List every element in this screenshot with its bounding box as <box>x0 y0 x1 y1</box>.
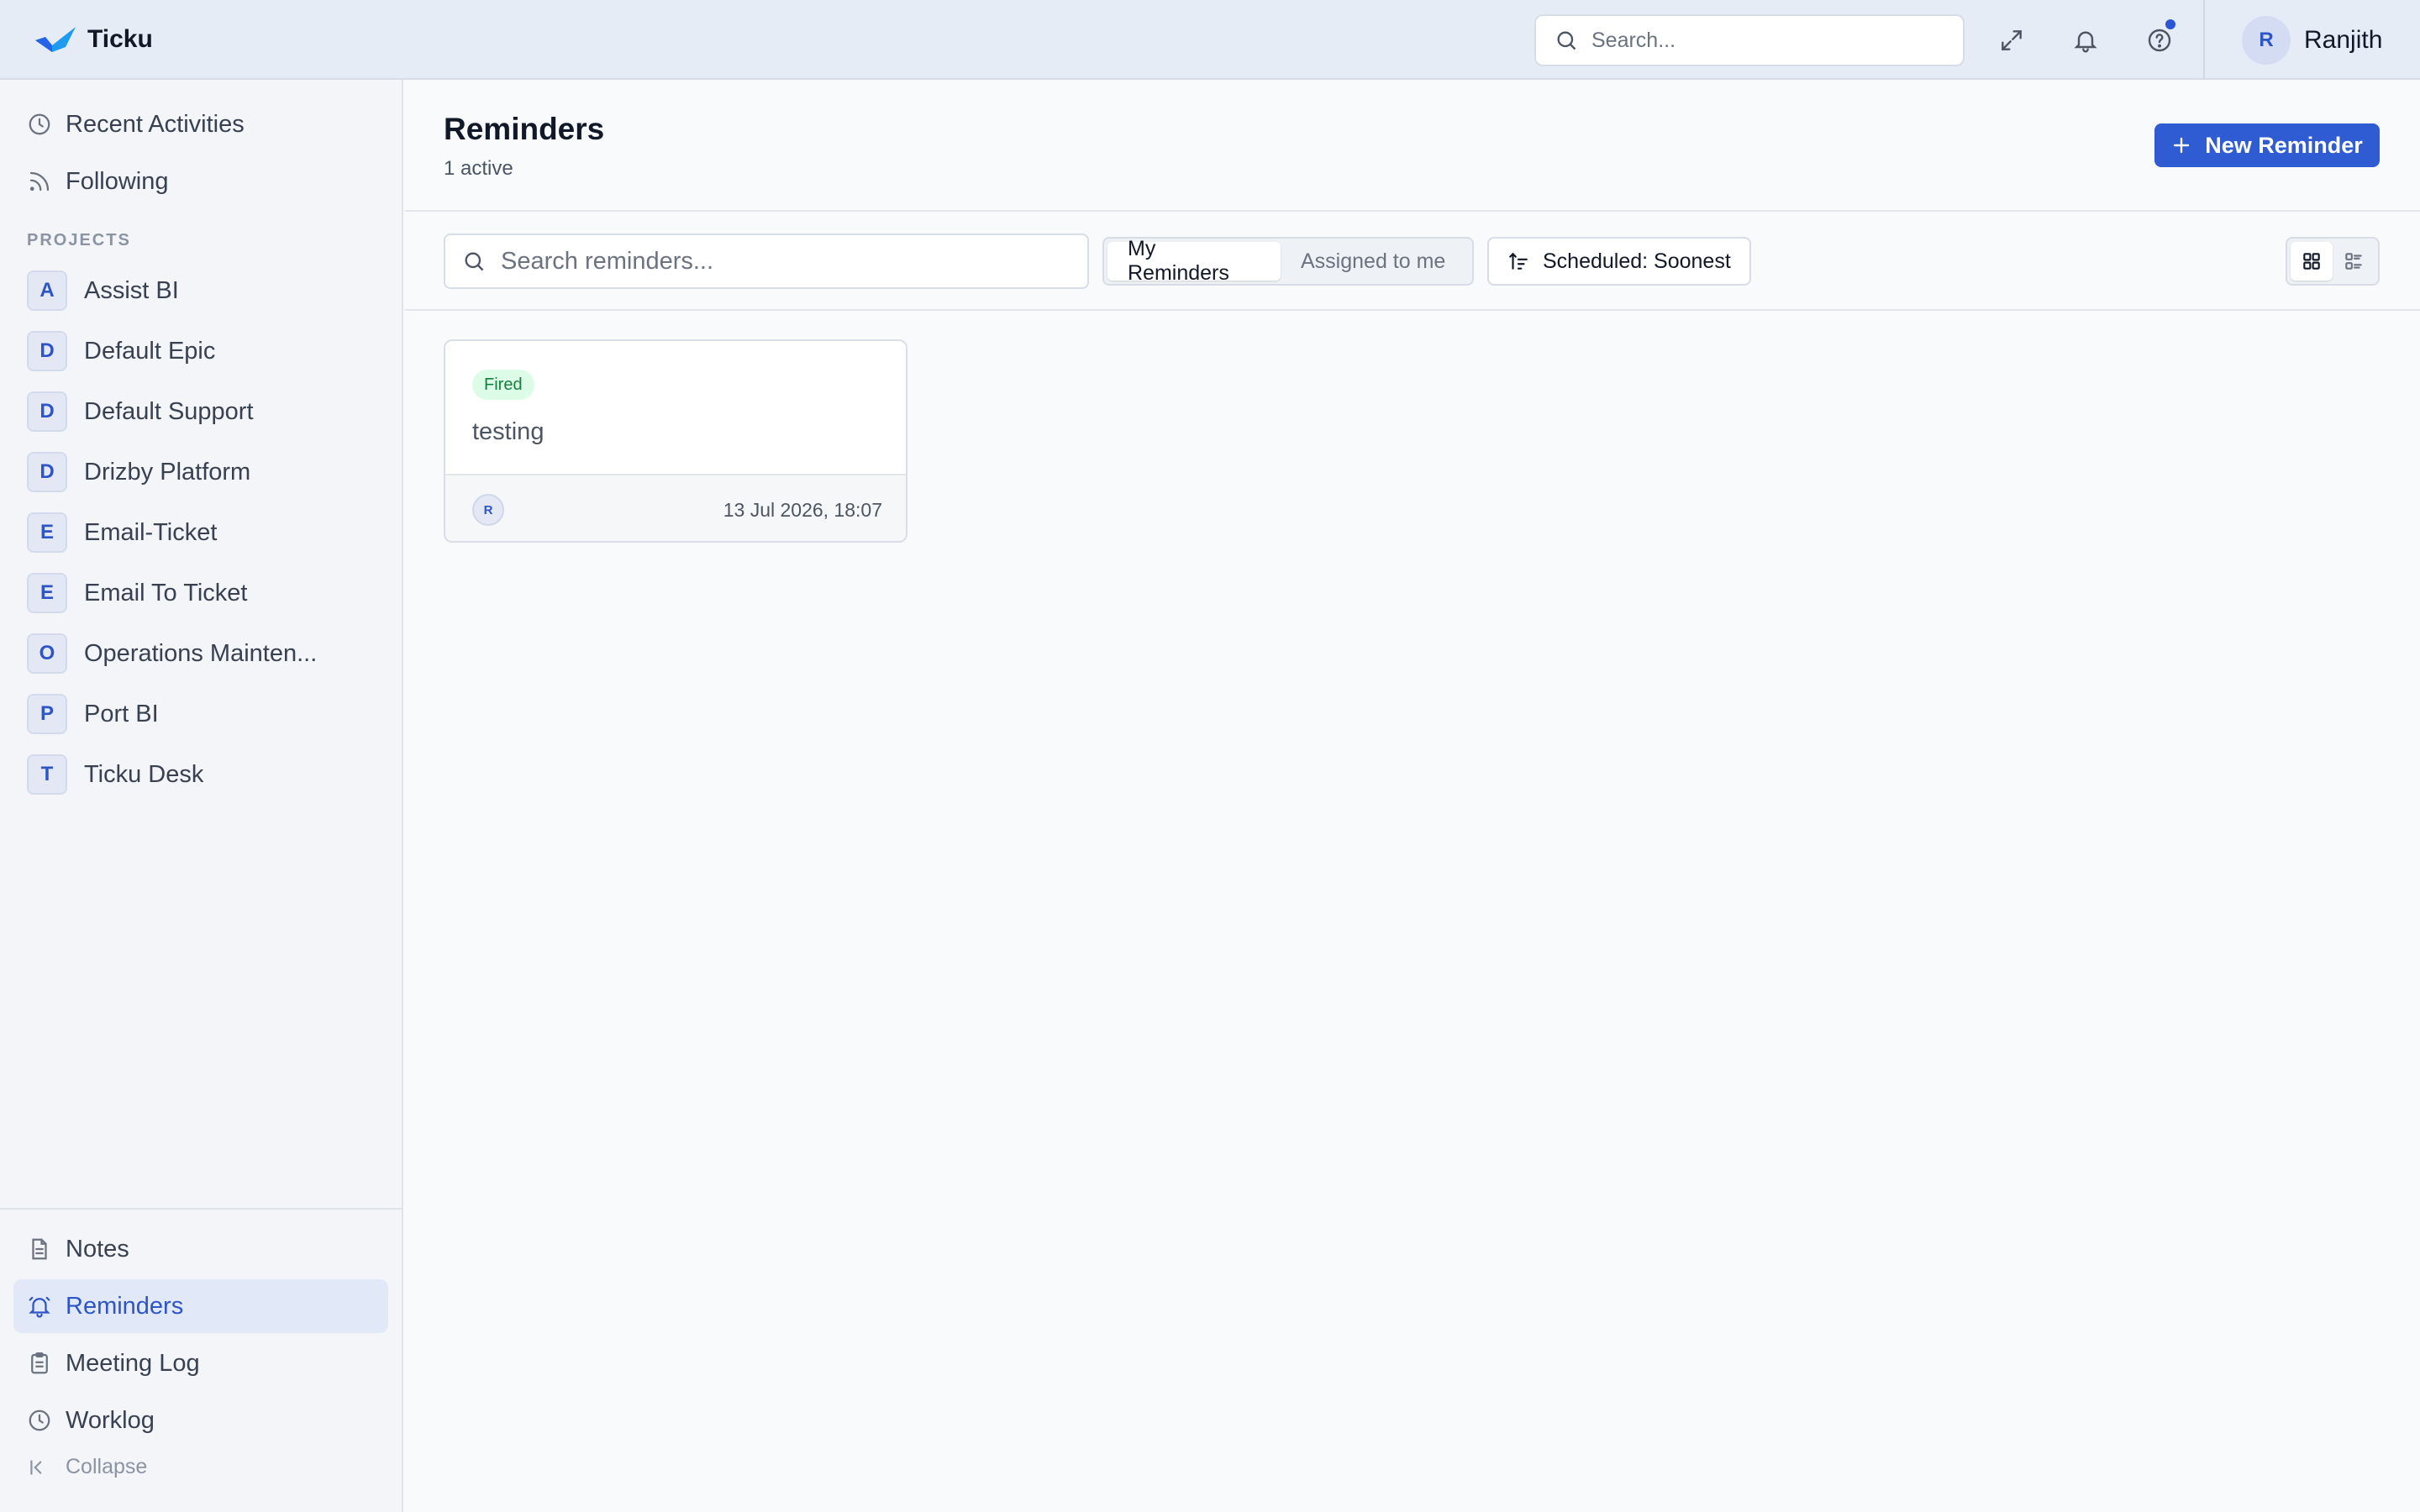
collapse-label: Collapse <box>66 1455 148 1478</box>
project-item-drizby-platform[interactable]: D Drizby Platform <box>27 450 250 494</box>
new-reminder-label: New Reminder <box>2205 132 2363 158</box>
reminder-title: testing <box>472 418 544 445</box>
project-name: Assist BI <box>84 276 179 304</box>
reminder-search-input[interactable] <box>501 247 1072 276</box>
reminder-scope-toggle: My Reminders Assigned to me <box>1102 237 1474 286</box>
search-icon <box>465 252 484 271</box>
scheduled-time: 13 Jul 2026, 18:07 <box>723 499 882 521</box>
sidebar-item-label: Meeting Log <box>66 1349 200 1377</box>
fullscreen-button[interactable] <box>1994 23 2029 58</box>
rss-icon <box>29 171 50 192</box>
project-item-assist-bi[interactable]: A Assist BI <box>27 269 179 312</box>
assignee-avatar: R <box>472 494 504 526</box>
project-initial-badge: A <box>27 270 67 311</box>
collapse-icon <box>30 1459 42 1475</box>
app-root: Ticku R Ranjith Recent Activities <box>0 0 2420 1512</box>
sidebar-item-label: Reminders <box>66 1292 184 1320</box>
sidebar-item-label: Notes <box>66 1235 129 1263</box>
sidebar-item-recent-activities[interactable]: Recent Activities <box>13 97 388 151</box>
help-button[interactable] <box>2142 19 2177 58</box>
project-initial-badge: P <box>27 694 67 734</box>
sidebar-item-worklog[interactable]: Worklog <box>13 1394 388 1447</box>
sort-ascending-icon <box>1509 252 1528 270</box>
sidebar-item-label: Recent Activities <box>66 110 245 138</box>
sort-label: Scheduled: Soonest <box>1543 249 1731 273</box>
user-menu[interactable]: R Ranjith <box>2242 16 2382 65</box>
document-icon <box>32 1238 47 1260</box>
list-icon <box>2345 253 2362 270</box>
header-divider <box>2203 0 2205 80</box>
global-search[interactable] <box>1534 14 1965 66</box>
plus-icon <box>2174 137 2190 154</box>
project-name: Port BI <box>84 700 159 727</box>
reminder-card-footer: R 13 Jul 2026, 18:07 <box>445 474 906 541</box>
app-logo[interactable]: Ticku <box>34 24 153 55</box>
reminders-toolbar: My Reminders Assigned to me Scheduled: S… <box>405 212 2420 311</box>
sidebar-item-meeting-log[interactable]: Meeting Log <box>13 1336 388 1390</box>
project-item-email-to-ticket[interactable]: E Email To Ticket <box>27 571 247 615</box>
collapse-sidebar-button[interactable]: Collapse <box>27 1455 147 1479</box>
sidebar-item-following[interactable]: Following <box>13 155 388 208</box>
sidebar-divider <box>0 1208 402 1210</box>
bell-icon <box>29 1296 50 1318</box>
project-item-default-epic[interactable]: D Default Epic <box>27 329 215 373</box>
clock-icon <box>29 1410 50 1431</box>
reminder-card[interactable]: Fired testing R 13 Jul 2026, 18:07 <box>444 339 908 543</box>
projects-section-label: PROJECTS <box>27 231 131 249</box>
project-item-email-ticket[interactable]: E Email-Ticket <box>27 511 217 554</box>
project-name: Email To Ticket <box>84 579 248 606</box>
sidebar-item-notes[interactable]: Notes <box>13 1222 388 1276</box>
project-item-port-bi[interactable]: P Port BI <box>27 692 159 736</box>
view-toggle <box>2286 237 2380 286</box>
page-header: Reminders 1 active New Reminder <box>405 80 2420 212</box>
new-reminder-button[interactable]: New Reminder <box>2154 123 2380 167</box>
sidebar-item-label: Following <box>66 167 169 195</box>
tab-my-reminders[interactable]: My Reminders <box>1107 237 1281 285</box>
project-initial-badge: D <box>27 391 67 432</box>
help-notification-dot <box>2165 19 2175 29</box>
project-initial-badge: T <box>27 754 67 795</box>
expand-icon <box>2002 30 2022 50</box>
search-icon <box>1557 31 1576 50</box>
project-initial-badge: D <box>27 331 67 371</box>
tab-assigned-to-me[interactable]: Assigned to me <box>1281 242 1465 281</box>
project-name: Ticku Desk <box>84 760 204 788</box>
project-item-ticku-desk[interactable]: T Ticku Desk <box>27 753 203 796</box>
active-count: 1 active <box>444 157 513 180</box>
project-initial-badge: E <box>27 512 67 553</box>
grid-view-button[interactable] <box>2291 242 2333 281</box>
clipboard-icon <box>31 1352 48 1374</box>
project-initial-badge: D <box>27 452 67 492</box>
project-name: Operations Mainten... <box>84 639 318 667</box>
top-bar: Ticku R Ranjith <box>0 0 2420 80</box>
list-view-button[interactable] <box>2333 242 2375 281</box>
sidebar-item-reminders[interactable]: Reminders <box>13 1279 388 1333</box>
bell-icon <box>2074 31 2097 53</box>
project-initial-badge: O <box>27 633 67 674</box>
app-name: Ticku <box>87 25 153 53</box>
project-name: Default Epic <box>84 337 216 365</box>
user-name: Ranjith <box>2304 26 2383 54</box>
project-item-operations-maintenance[interactable]: O Operations Mainten... <box>27 632 317 675</box>
sort-button[interactable]: Scheduled: Soonest <box>1487 237 1751 286</box>
project-item-default-support[interactable]: D Default Support <box>27 390 254 433</box>
clock-icon <box>29 113 50 135</box>
logo-check-icon <box>35 27 76 52</box>
help-icon <box>2148 29 2171 52</box>
sidebar: Recent Activities Following PROJECTS A A… <box>0 80 403 1512</box>
sidebar-item-label: Worklog <box>66 1406 155 1434</box>
project-name: Email-Ticket <box>84 518 218 546</box>
user-avatar: R <box>2242 16 2291 65</box>
project-initial-badge: E <box>27 573 67 613</box>
status-badge: Fired <box>472 370 534 400</box>
project-name: Default Support <box>84 397 254 425</box>
page-title: Reminders <box>444 112 605 146</box>
project-name: Drizby Platform <box>84 458 251 486</box>
grid-icon <box>2303 253 2320 270</box>
notifications-button[interactable] <box>2068 23 2103 58</box>
reminder-search[interactable] <box>444 234 1089 289</box>
global-search-input[interactable] <box>1591 28 1928 53</box>
